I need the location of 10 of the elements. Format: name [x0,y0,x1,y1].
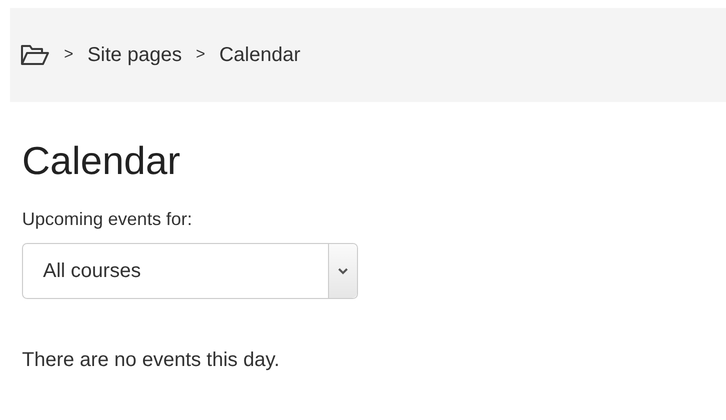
breadcrumb-current: Calendar [219,44,300,66]
breadcrumb-link[interactable]: Site pages [87,44,182,66]
breadcrumb-separator: > [64,46,74,64]
chevron-down-icon [338,268,348,274]
folder-icon[interactable] [20,43,50,67]
filter-label: Upcoming events for: [22,208,194,231]
empty-message: There are no events this day. [22,349,281,372]
breadcrumb-separator: > [196,46,206,64]
course-select[interactable]: All courses [22,243,358,299]
page-title: Calendar [22,139,182,185]
